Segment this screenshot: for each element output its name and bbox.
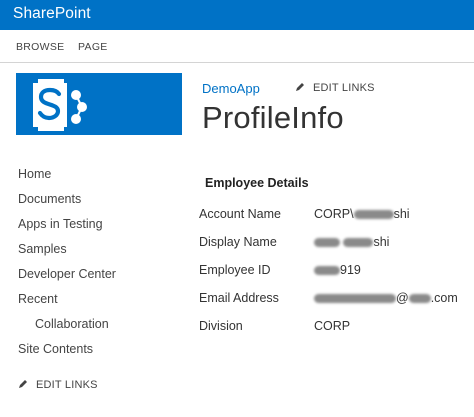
redacted-mark [408,294,431,303]
value-employee-id: 919 [314,263,361,277]
nav-item-collaboration[interactable]: Collaboration [35,317,109,331]
redacted-mark [353,210,394,219]
label-employee-id: Employee ID [199,263,271,277]
value-display-name: shi [314,235,389,249]
nav-item-recent[interactable]: Recent [18,292,58,306]
edit-links-top[interactable]: EDIT LINKS [295,82,375,95]
label-display-name: Display Name [199,235,277,249]
label-email-address: Email Address [199,291,279,305]
ribbon: BROWSE PAGE [0,30,474,63]
site-link-demoapp[interactable]: DemoApp [202,81,260,96]
nav-item-home[interactable]: Home [18,167,51,181]
tab-browse[interactable]: BROWSE [16,41,64,53]
redacted-mark [314,294,396,303]
edit-links-label: EDIT LINKS [36,379,98,391]
value-account-name: CORP\ shi [314,207,410,221]
value-division: CORP [314,319,351,333]
suite-title[interactable]: SharePoint [13,5,91,23]
page-title: ProfileInfo [202,100,344,135]
details-heading: Employee Details [205,176,309,190]
nav-item-apps-in-testing[interactable]: Apps in Testing [18,217,103,231]
redacted-mark [314,238,340,247]
tab-page[interactable]: PAGE [78,41,108,53]
redacted-mark [314,266,340,275]
sharepoint-logo-icon [16,73,182,135]
label-account-name: Account Name [199,207,281,221]
site-logo[interactable] [16,73,182,135]
value-email-address: @ .com [314,291,458,305]
nav-item-developer-center[interactable]: Developer Center [18,267,116,281]
edit-links-bottom[interactable]: EDIT LINKS [18,379,98,392]
nav-item-samples[interactable]: Samples [18,242,67,256]
nav-item-site-contents[interactable]: Site Contents [18,342,93,356]
pencil-icon [295,82,305,95]
redacted-mark [343,238,374,247]
nav-item-documents[interactable]: Documents [18,192,81,206]
label-division: Division [199,319,243,333]
suite-bar: SharePoint [0,0,474,30]
pencil-icon [18,379,28,392]
edit-links-label: EDIT LINKS [313,82,375,94]
